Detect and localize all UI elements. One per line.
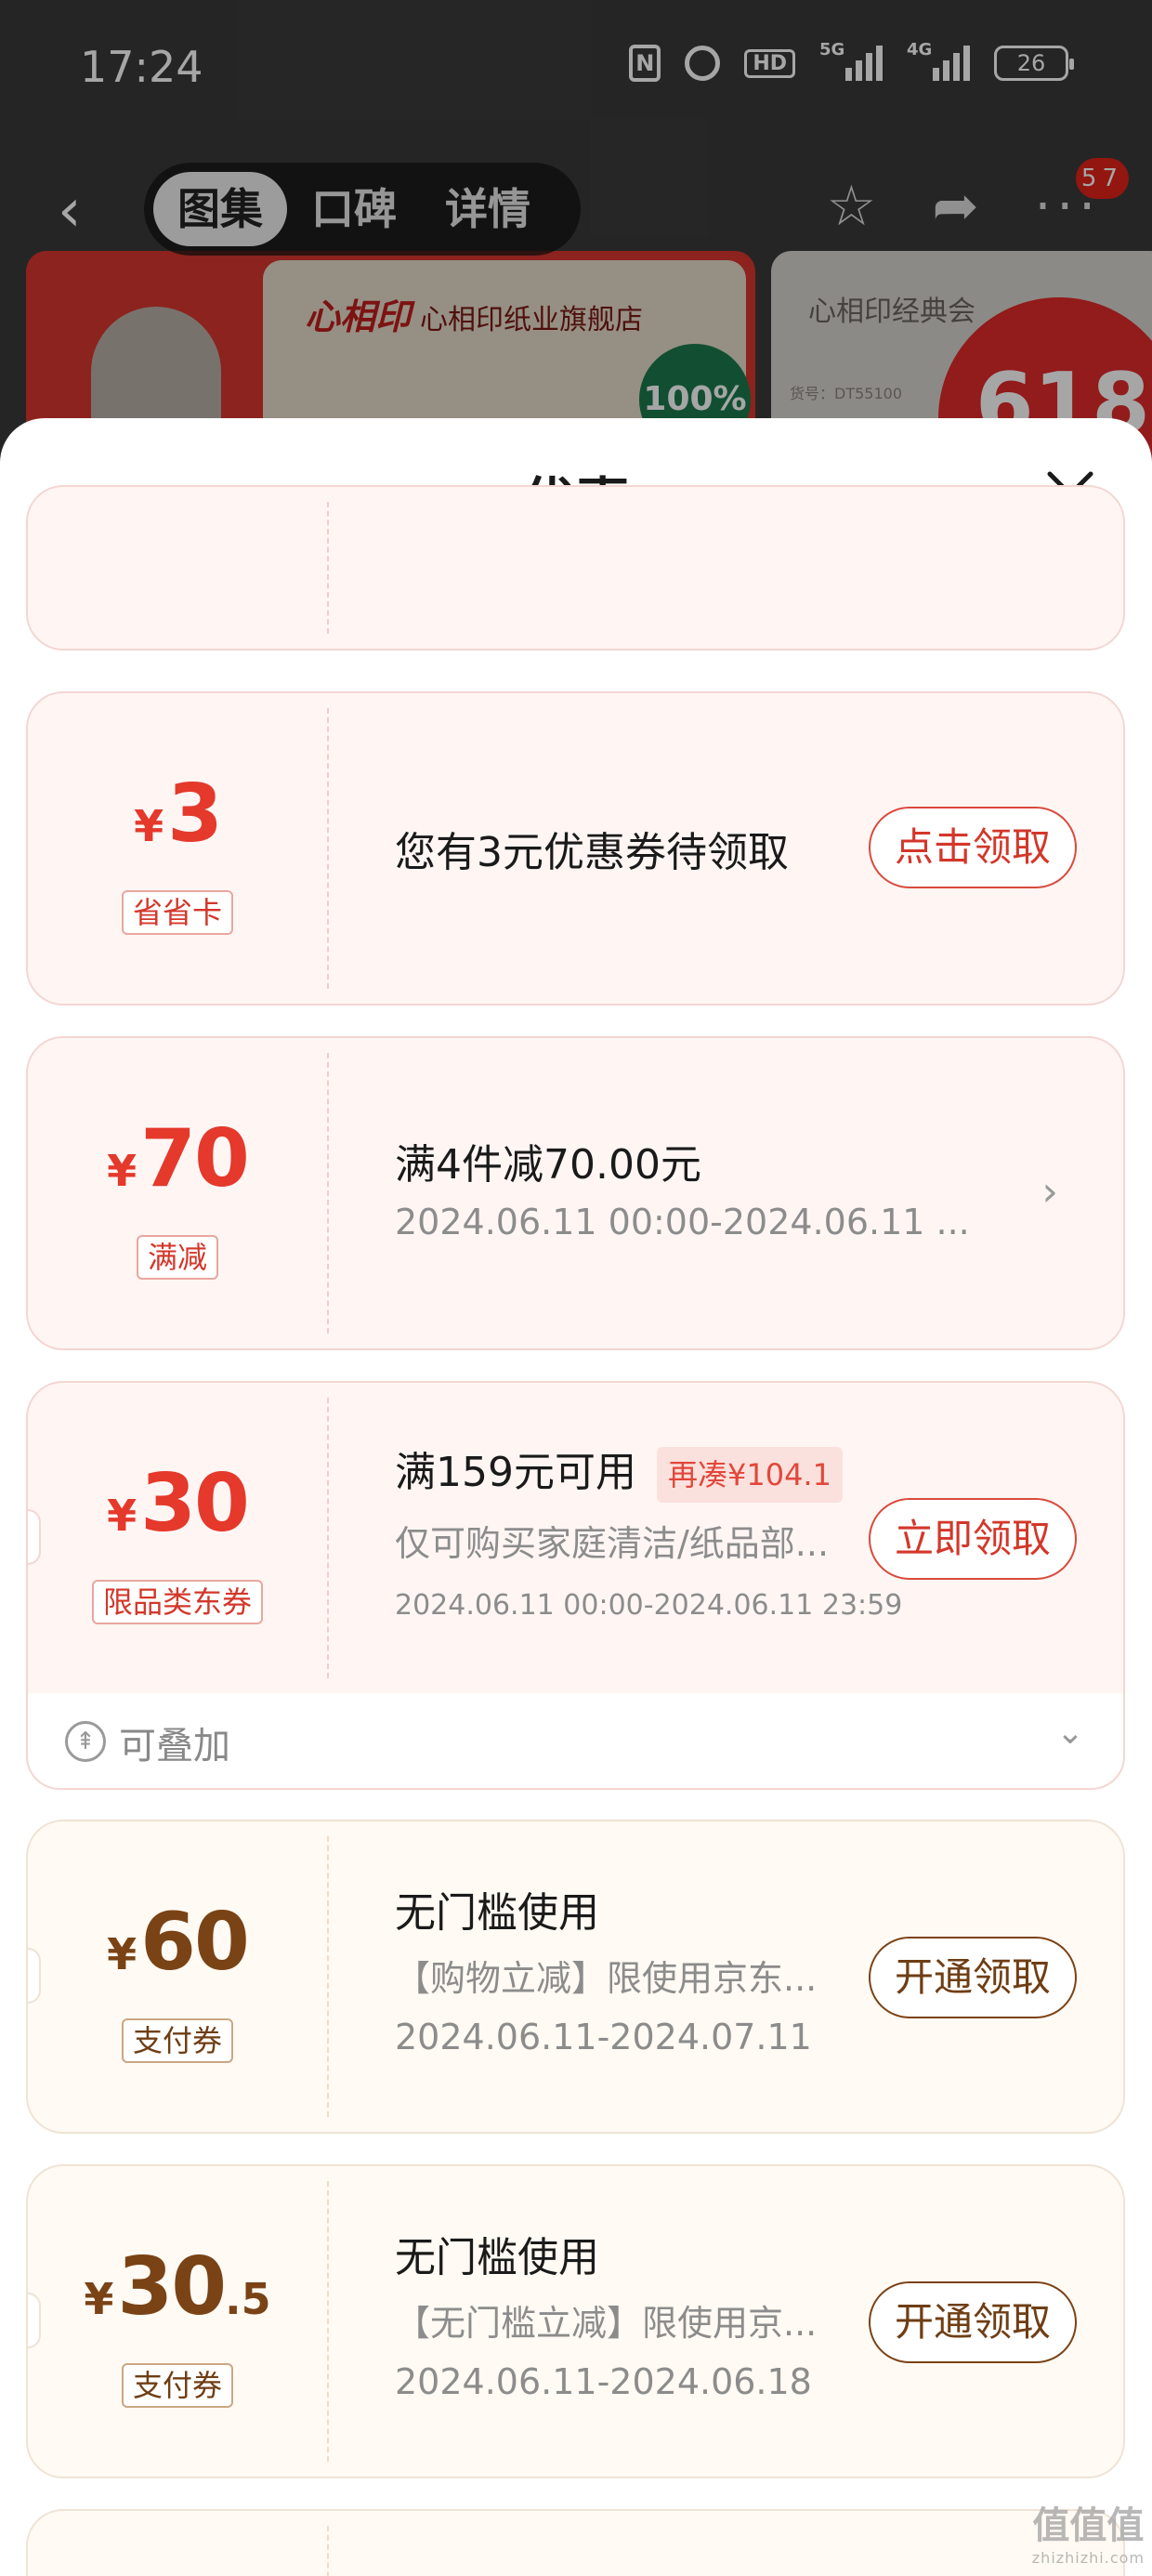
coupon-amount: ¥3 bbox=[134, 768, 223, 861]
coupon-type-tag: 支付券 bbox=[121, 2018, 234, 2063]
coupon-value: ¥30 限品类东券 bbox=[28, 1383, 327, 1693]
coupon-scope: 【无门槛立减】限使用京... bbox=[395, 2303, 818, 2344]
chevron-right-icon[interactable]: › bbox=[1041, 1168, 1058, 1216]
coupon-value: ¥30.5 支付券 bbox=[28, 2166, 327, 2477]
coupon-title: 您有3元优惠券待领取 bbox=[395, 829, 789, 876]
coupon-amount: ¥30 bbox=[107, 1457, 250, 1550]
activate-claim-button[interactable]: 开通领取 bbox=[868, 2281, 1077, 2363]
activate-claim-button[interactable]: 开通领取 bbox=[868, 1937, 1077, 2018]
coupon-scope: 仅可购买家庭清洁/纸品部... bbox=[395, 1523, 830, 1564]
coupon-amount: ¥30.5 bbox=[84, 2241, 271, 2333]
coupon-scope: 【购物立减】限使用京东... bbox=[395, 1958, 818, 1999]
coupon-value: ¥60 支付券 bbox=[28, 1821, 327, 2132]
coupon-card[interactable]: ¥60 支付券 无门槛使用 【购物立减】限使用京东... 2024.06.11-… bbox=[26, 1820, 1125, 2134]
coupon-card[interactable]: ¥30.5 支付券 无门槛使用 【无门槛立减】限使用京... 2024.06.1… bbox=[26, 2164, 1125, 2478]
coupon-title: 无门槛使用 bbox=[395, 2234, 599, 2281]
coupon-validity: 2024.06.11-2024.07.11 bbox=[395, 2017, 812, 2057]
coupon-value: ¥3 省省卡 bbox=[28, 693, 327, 1004]
coupon-validity: 2024.06.11 00:00-2024.06.11 ... bbox=[395, 1202, 970, 1242]
stackable-label: 可叠加 bbox=[119, 1725, 230, 1768]
coupon-card[interactable]: ¥30 限品类东券 满159元可用 再凑¥104.1 仅可购买家庭清洁/纸品部..… bbox=[26, 1381, 1125, 1695]
coupon-title: 无门槛使用 bbox=[395, 1889, 599, 1937]
coupon-title: 满4件减70.00元 bbox=[395, 1141, 701, 1189]
coupon-card-partial bbox=[26, 485, 1125, 651]
modal-overlay[interactable] bbox=[0, 0, 1152, 483]
chevron-down-icon[interactable]: ⌄ bbox=[1056, 1714, 1084, 1752]
site-watermark: 值值值 zhizhizhi.com bbox=[1031, 2504, 1145, 2567]
claim-button[interactable]: 立即领取 bbox=[868, 1498, 1077, 1580]
coupon-card[interactable]: ¥70 满减 满4件减70.00元 2024.06.11 00:00-2024.… bbox=[26, 1036, 1125, 1350]
coupon-title: 满159元可用 再凑¥104.1 bbox=[395, 1439, 843, 1503]
claim-button[interactable]: 点击领取 bbox=[868, 807, 1077, 888]
coupon-type-tag: 省省卡 bbox=[121, 890, 234, 935]
coupon-sheet: 优惠 ¥3 省省卡 您有3元优惠券待领取 点击领取 bbox=[0, 418, 1152, 2576]
stack-icon: ⇞ bbox=[65, 1721, 106, 1762]
coupon-card-partial bbox=[26, 2509, 1125, 2576]
coupon-validity: 2024.06.11 00:00-2024.06.11 23:59 bbox=[395, 1589, 903, 1622]
coupon-amount: ¥60 bbox=[107, 1896, 250, 1989]
coupon-amount: ¥70 bbox=[107, 1112, 250, 1205]
coupon-card[interactable]: ¥3 省省卡 您有3元优惠券待领取 点击领取 bbox=[26, 691, 1125, 1005]
coupon-type-tag: 满减 bbox=[136, 1235, 219, 1280]
coupon-validity: 2024.06.11-2024.06.18 bbox=[395, 2361, 812, 2402]
coupon-type-tag: 限品类东券 bbox=[91, 1580, 264, 1624]
coupon-value: ¥70 满减 bbox=[28, 1038, 327, 1348]
stackable-row[interactable]: ⇞ 可叠加 ⌄ bbox=[26, 1693, 1125, 1790]
top-up-hint-tag: 再凑¥104.1 bbox=[656, 1447, 843, 1503]
coupon-type-tag: 支付券 bbox=[121, 2363, 234, 2408]
